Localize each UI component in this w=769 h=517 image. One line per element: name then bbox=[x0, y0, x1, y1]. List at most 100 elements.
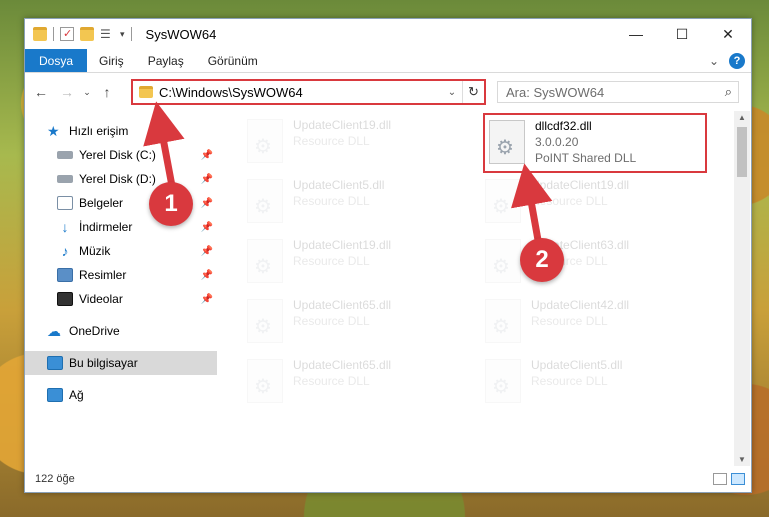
nav-item-quick-access[interactable]: ★ Hızlı erişim bbox=[25, 119, 217, 143]
nav-item-pictures[interactable]: Resimler 📌 bbox=[25, 263, 217, 287]
back-button[interactable]: ← bbox=[31, 84, 51, 100]
computer-icon bbox=[47, 356, 63, 370]
toolbar-divider bbox=[53, 27, 54, 41]
pin-icon[interactable]: 📌 bbox=[201, 270, 213, 281]
highlighted-file[interactable]: dllcdf32.dll 3.0.0.20 PoINT Shared DLL bbox=[483, 113, 707, 173]
maximize-button[interactable]: ☐ bbox=[659, 19, 705, 49]
nav-item-label: Belgeler bbox=[79, 196, 124, 210]
nav-item-onedrive[interactable]: ☁ OneDrive bbox=[25, 319, 217, 343]
nav-item-label: Yerel Disk (C:) bbox=[79, 148, 156, 162]
list-item[interactable]: UpdateClient63.dllResource DLL bbox=[485, 237, 710, 289]
nav-item-videos[interactable]: Videolar 📌 bbox=[25, 287, 217, 311]
tab-paylas[interactable]: Paylaş bbox=[136, 49, 196, 72]
dll-file-icon bbox=[247, 299, 283, 343]
vertical-scrollbar[interactable]: ▲ ▼ bbox=[734, 111, 750, 466]
new-folder-icon[interactable] bbox=[80, 27, 94, 41]
up-button[interactable]: ↑ bbox=[97, 84, 117, 100]
folder-icon bbox=[33, 27, 47, 41]
search-input[interactable]: Ara: SysWOW64 ⌕ bbox=[497, 81, 739, 103]
drive-icon bbox=[57, 175, 73, 183]
dll-file-icon bbox=[485, 359, 521, 403]
list-item[interactable]: UpdateClient42.dll Resource DLL bbox=[485, 297, 710, 349]
ribbon-right: ⌄ ? bbox=[709, 49, 745, 73]
tab-giris[interactable]: Giriş bbox=[87, 49, 136, 72]
nav-item-network[interactable]: Ağ bbox=[25, 383, 217, 407]
file-description: Resource DLL bbox=[531, 194, 608, 208]
dll-file-icon bbox=[489, 120, 525, 164]
scroll-down-icon[interactable]: ▼ bbox=[734, 455, 750, 464]
chevron-down-icon[interactable]: ▾ bbox=[120, 29, 125, 40]
scrollbar-thumb[interactable] bbox=[737, 127, 747, 177]
file-name: UpdateClient42.dll bbox=[531, 298, 630, 312]
list-item[interactable]: UpdateClient5.dll Resource DLL bbox=[485, 357, 710, 409]
list-item[interactable]: UpdateClient19.dll Resource DLL bbox=[485, 177, 710, 229]
dll-file-icon bbox=[247, 179, 283, 223]
list-item[interactable]: UpdateClient19.dll Resource DLL bbox=[247, 117, 472, 169]
explorer-window: ✓ ☰ ▾ SysWOW64 — ☐ ✕ Dosya Giriş Paylaş … bbox=[24, 18, 752, 493]
pin-icon[interactable]: 📌 bbox=[201, 294, 213, 305]
nav-item-label: İndirmeler bbox=[79, 220, 133, 234]
toolbar-divider bbox=[130, 27, 132, 41]
scroll-up-icon[interactable]: ▲ bbox=[734, 113, 750, 122]
list-item[interactable]: UpdateClient19.dll Resource DLL bbox=[247, 237, 472, 289]
file-description: Resource DLL bbox=[293, 374, 370, 388]
refresh-button[interactable]: ↻ bbox=[462, 81, 484, 103]
tab-dosya[interactable]: Dosya bbox=[25, 49, 88, 72]
pin-icon[interactable]: 📌 bbox=[201, 150, 213, 161]
forward-button[interactable]: → bbox=[57, 84, 77, 100]
nav-item-this-pc[interactable]: Bu bilgisayar bbox=[25, 351, 217, 375]
details-view-icon[interactable] bbox=[713, 473, 727, 485]
pin-icon[interactable]: 📌 bbox=[201, 198, 213, 209]
nav-item-label: Müzik bbox=[79, 244, 111, 258]
expand-ribbon-icon[interactable]: ⌄ bbox=[709, 54, 719, 68]
ribbon-tabs: Dosya Giriş Paylaş Görünüm ⌄ ? bbox=[25, 49, 751, 73]
quick-access-toolbar: ✓ ☰ ▾ bbox=[25, 27, 132, 41]
videos-icon bbox=[57, 292, 73, 306]
pin-icon[interactable]: 📌 bbox=[201, 174, 213, 185]
nav-item-downloads[interactable]: ↓ İndirmeler 📌 bbox=[25, 215, 217, 239]
pin-icon[interactable]: 📌 bbox=[201, 246, 213, 257]
address-path: C:\Windows\SysWOW64 bbox=[159, 84, 303, 100]
nav-item-label: Yerel Disk (D:) bbox=[79, 172, 156, 186]
help-icon[interactable]: ? bbox=[729, 53, 745, 69]
file-list: UpdateClient19.dll Resource DLL dllcdf32.… bbox=[233, 111, 739, 466]
nav-item-disk-c[interactable]: Yerel Disk (C:) 📌 bbox=[25, 143, 217, 167]
address-bar[interactable]: C:\Windows\SysWOW64 ⌄ ↻ bbox=[131, 79, 486, 105]
recent-locations-button[interactable]: ⌄ bbox=[77, 87, 97, 98]
pin-icon[interactable]: 📌 bbox=[201, 222, 213, 233]
list-item[interactable]: UpdateClient65.dll Resource DLL bbox=[247, 357, 472, 409]
properties-icon[interactable]: ✓ bbox=[60, 27, 74, 41]
file-version: 3.0.0.20 bbox=[535, 135, 579, 149]
nav-item-label: Videolar bbox=[79, 292, 123, 306]
cloud-icon: ☁ bbox=[47, 323, 61, 339]
file-name: UpdateClient19.dll bbox=[293, 118, 392, 132]
list-item[interactable]: UpdateClient5.dll Resource DLL bbox=[247, 177, 472, 229]
nav-item-disk-d[interactable]: Yerel Disk (D:) 📌 bbox=[25, 167, 217, 191]
search-icon[interactable]: ⌕ bbox=[725, 84, 732, 100]
file-name: UpdateClient5.dll bbox=[293, 178, 385, 192]
chevron-down-icon[interactable]: ⌄ bbox=[442, 87, 462, 98]
window-title: SysWOW64 bbox=[145, 26, 217, 42]
close-button[interactable]: ✕ bbox=[705, 19, 751, 49]
nav-item-label: Bu bilgisayar bbox=[69, 356, 138, 370]
music-icon: ♪ bbox=[61, 243, 69, 259]
list-item[interactable]: UpdateClient65.dll Resource DLL bbox=[247, 297, 472, 349]
star-icon: ★ bbox=[47, 123, 60, 139]
file-name: dllcdf32.dll bbox=[535, 119, 592, 133]
search-placeholder: Ara: SysWOW64 bbox=[506, 84, 605, 100]
customize-toolbar-icon[interactable]: ☰ bbox=[100, 27, 114, 41]
file-description: Resource DLL bbox=[293, 254, 370, 268]
address-field[interactable]: C:\Windows\SysWOW64 bbox=[133, 81, 442, 103]
dll-file-icon bbox=[485, 299, 521, 343]
annotation-badge-2: 2 bbox=[520, 238, 564, 282]
navigation-pane: ★ Hızlı erişim Yerel Disk (C:) 📌 Yerel D… bbox=[25, 111, 217, 466]
minimize-button[interactable]: — bbox=[613, 19, 659, 49]
file-description: Resource DLL bbox=[293, 134, 370, 148]
dll-file-icon bbox=[485, 239, 521, 283]
nav-item-music[interactable]: ♪ Müzik 📌 bbox=[25, 239, 217, 263]
file-description: Resource DLL bbox=[531, 374, 608, 388]
large-icons-view-icon[interactable] bbox=[731, 473, 745, 485]
folder-icon bbox=[139, 86, 153, 98]
tab-gorunum[interactable]: Görünüm bbox=[196, 49, 270, 72]
item-count: 122 öğe bbox=[35, 473, 75, 485]
